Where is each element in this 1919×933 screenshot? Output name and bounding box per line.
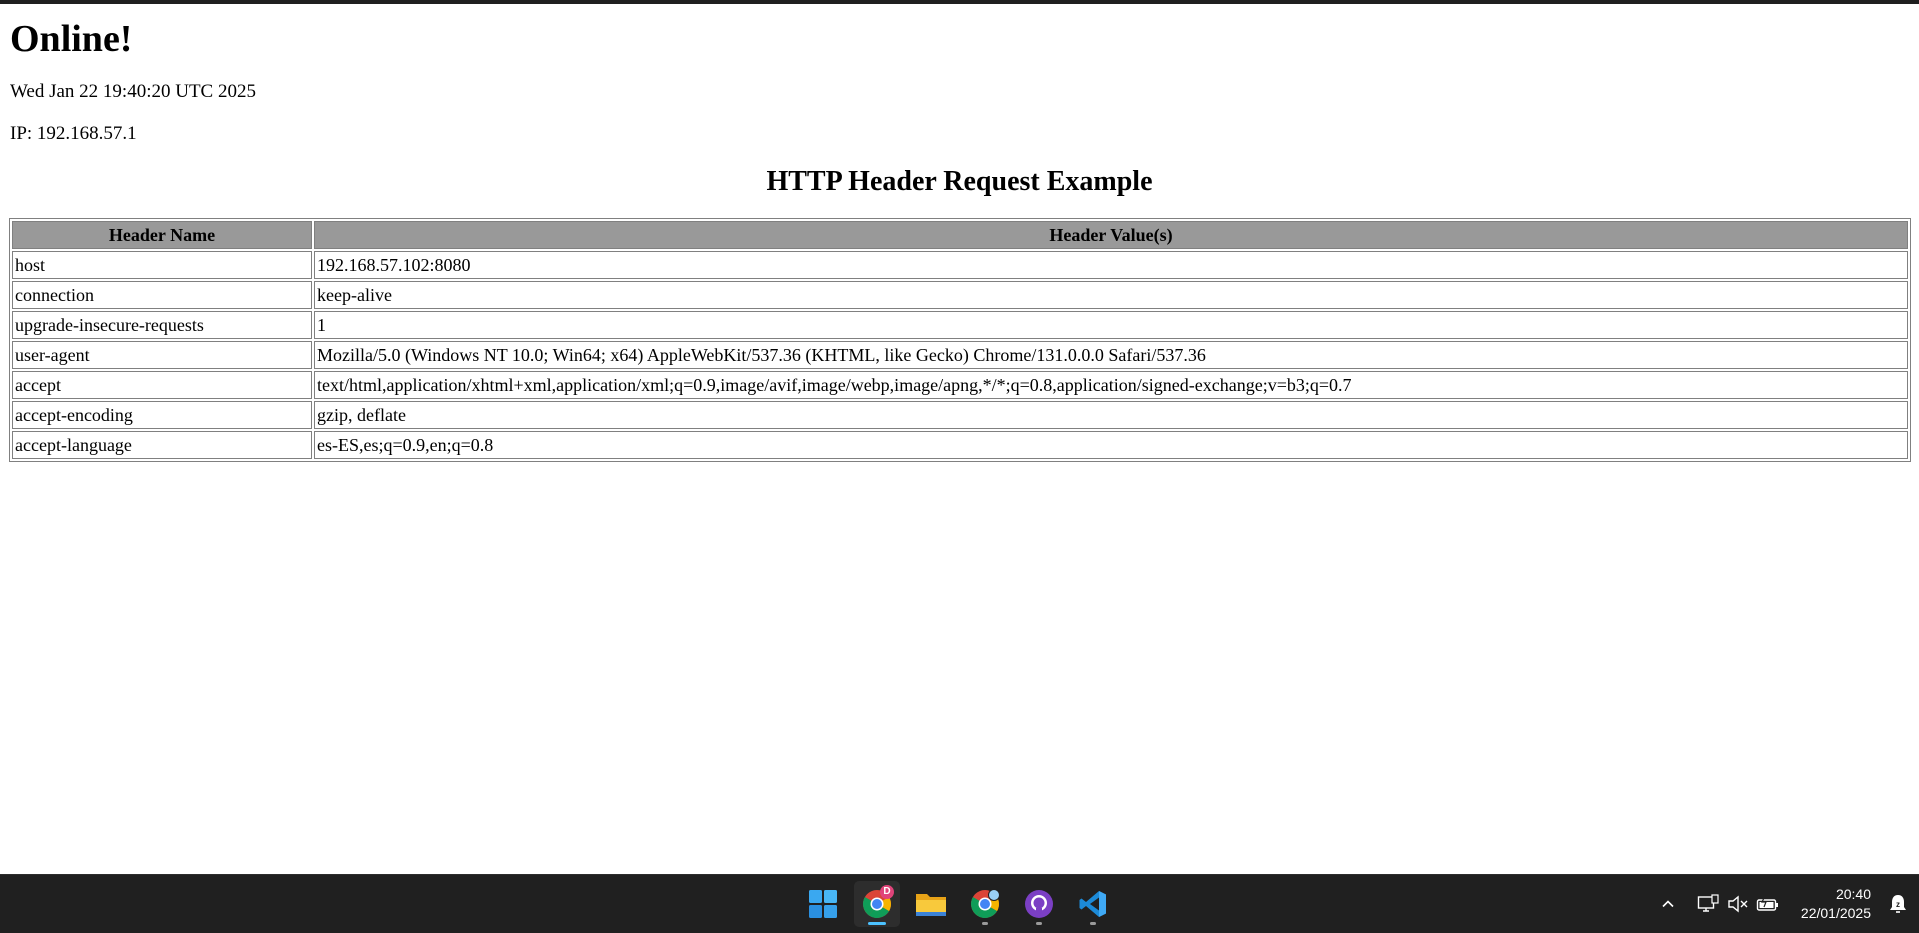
- network-icon: [1697, 894, 1719, 912]
- table-row: user-agent Mozilla/5.0 (Windows NT 10.0;…: [12, 341, 1908, 370]
- running-indicator: [1090, 922, 1096, 925]
- header-name-cell: accept-language: [12, 431, 312, 460]
- clock[interactable]: 20:40 22/01/2025: [1801, 885, 1871, 923]
- table-row: accept-language es-ES,es;q=0.9,en;q=0.8: [12, 431, 1908, 460]
- header-name-cell: connection: [12, 281, 312, 310]
- table-row: upgrade-insecure-requests 1: [12, 311, 1908, 340]
- taskbar-chrome[interactable]: D: [854, 881, 900, 927]
- taskbar-apps: D: [800, 881, 1116, 927]
- taskbar-github-desktop[interactable]: [1016, 881, 1062, 927]
- header-name-cell: accept-encoding: [12, 401, 312, 430]
- battery-button[interactable]: [1755, 891, 1781, 917]
- running-indicator: [1036, 922, 1042, 925]
- table-row: host 192.168.57.102:8080: [12, 251, 1908, 280]
- taskbar-chrome-profile[interactable]: [962, 881, 1008, 927]
- header-name-cell: upgrade-insecure-requests: [12, 311, 312, 340]
- header-name-cell: host: [12, 251, 312, 280]
- ip-text: IP: 192.168.57.1: [10, 122, 137, 144]
- start-button[interactable]: [800, 881, 846, 927]
- show-hidden-icons-button[interactable]: [1655, 891, 1681, 917]
- column-header-name: Header Name: [12, 221, 312, 250]
- notification-icon: z: [1890, 895, 1906, 913]
- header-value-cell: keep-alive: [314, 281, 1908, 310]
- clock-date: 22/01/2025: [1800, 905, 1871, 921]
- headers-table: Header Name Header Value(s) host 192.168…: [9, 218, 1911, 463]
- clock-time: 20:40: [1835, 886, 1871, 902]
- volume-muted-icon: [1728, 895, 1748, 913]
- windows-start-icon: [809, 890, 837, 918]
- notification-button[interactable]: z: [1885, 891, 1911, 917]
- taskbar-vscode[interactable]: [1070, 881, 1116, 927]
- chevron-up-icon: [1662, 900, 1674, 908]
- table-row: accept text/html,application/xhtml+xml,a…: [12, 371, 1908, 400]
- taskbar: D 20:40 22/01/2025 z: [0, 874, 1919, 933]
- column-header-value: Header Value(s): [314, 221, 1908, 250]
- header-value-cell: es-ES,es;q=0.9,en;q=0.8: [314, 431, 1908, 460]
- github-desktop-icon: [1025, 890, 1053, 918]
- table-row: accept-encoding gzip, deflate: [12, 401, 1908, 430]
- network-button[interactable]: [1695, 891, 1721, 917]
- page-heading: Online!: [10, 18, 133, 60]
- svg-text:z: z: [1896, 900, 1900, 909]
- running-indicator: [868, 922, 886, 925]
- table-title: HTTP Header Request Example: [766, 165, 1153, 197]
- header-name-cell: user-agent: [12, 341, 312, 370]
- volume-button[interactable]: [1725, 891, 1751, 917]
- table-header-row: Header Name Header Value(s): [12, 221, 1908, 250]
- running-indicator: [982, 922, 988, 925]
- battery-icon: [1756, 895, 1778, 911]
- header-value-cell: 192.168.57.102:8080: [314, 251, 1908, 280]
- profile-badge: D: [880, 885, 894, 899]
- datetime-text: Wed Jan 22 19:40:20 UTC 2025: [10, 80, 256, 102]
- vscode-icon: [1079, 891, 1106, 917]
- page-content: Online! Wed Jan 22 19:40:20 UTC 2025 IP:…: [9, 4, 1911, 463]
- taskbar-file-explorer[interactable]: [908, 881, 954, 927]
- header-name-cell: accept: [12, 371, 312, 400]
- header-value-cell: text/html,application/xhtml+xml,applicat…: [314, 371, 1908, 400]
- file-explorer-icon: [916, 894, 946, 916]
- header-value-cell: 1: [314, 311, 1908, 340]
- table-row: connection keep-alive: [12, 281, 1908, 310]
- header-value-cell: Mozilla/5.0 (Windows NT 10.0; Win64; x64…: [314, 341, 1908, 370]
- system-tray: 20:40 22/01/2025 z: [1653, 875, 1919, 933]
- chrome-profile-icon: [971, 889, 1000, 918]
- header-value-cell: gzip, deflate: [314, 401, 1908, 430]
